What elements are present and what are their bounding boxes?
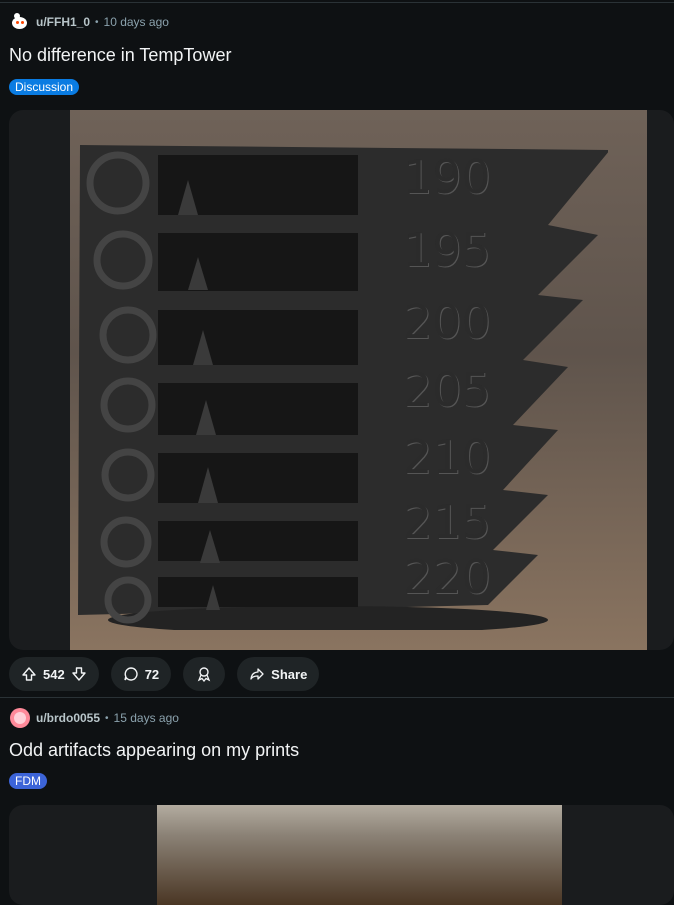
temp-label: 205 xyxy=(403,363,491,417)
separator-dot: • xyxy=(105,712,109,724)
post-title[interactable]: Odd artifacts appearing on my prints xyxy=(9,740,299,761)
username[interactable]: u/FFH1_0 xyxy=(36,15,90,29)
comment-count: 72 xyxy=(144,666,160,682)
share-icon xyxy=(249,666,265,682)
comments-button[interactable]: 72 xyxy=(110,657,172,691)
upvote-icon[interactable] xyxy=(21,666,37,682)
post-time: 10 days ago xyxy=(103,15,169,29)
flair-badge[interactable]: Discussion xyxy=(9,79,80,95)
award-icon xyxy=(195,666,213,682)
avatar[interactable] xyxy=(10,12,30,32)
share-button[interactable]: Share xyxy=(237,657,320,691)
flair-badge[interactable]: FDM xyxy=(9,773,47,789)
temp-label: 190 xyxy=(403,150,491,204)
post-image[interactable] xyxy=(157,805,562,905)
award-button[interactable] xyxy=(183,657,226,691)
post-image[interactable]: 190 195 200 205 210 215 220 xyxy=(70,110,647,650)
downvote-icon[interactable] xyxy=(71,666,87,682)
vote-control: 542 xyxy=(9,657,99,691)
post-title[interactable]: No difference in TempTower xyxy=(9,45,231,66)
post-meta: u/FFH1_0 • 10 days ago xyxy=(10,12,169,32)
temp-label: 220 xyxy=(403,550,491,604)
post-media[interactable]: 190 195 200 205 210 215 220 xyxy=(9,110,674,650)
temp-label: 215 xyxy=(403,495,491,549)
comment-icon xyxy=(123,666,139,682)
post-actions: 542 72 Share xyxy=(9,657,320,691)
vote-count: 542 xyxy=(43,666,65,682)
temp-label: 200 xyxy=(403,295,491,349)
temp-tower-illustration: 190 195 200 205 210 215 220 xyxy=(78,145,610,634)
share-label: Share xyxy=(271,666,308,682)
separator-dot: • xyxy=(95,16,99,28)
post-media[interactable] xyxy=(9,805,674,905)
temp-label: 210 xyxy=(403,430,491,484)
username[interactable]: u/brdo0055 xyxy=(36,711,100,725)
post-card[interactable]: u/FFH1_0 • 10 days ago No difference in … xyxy=(0,0,674,698)
avatar[interactable] xyxy=(10,708,30,728)
post-time: 15 days ago xyxy=(113,711,179,725)
post-meta: u/brdo0055 • 15 days ago xyxy=(10,708,179,728)
temp-label: 195 xyxy=(403,223,491,277)
